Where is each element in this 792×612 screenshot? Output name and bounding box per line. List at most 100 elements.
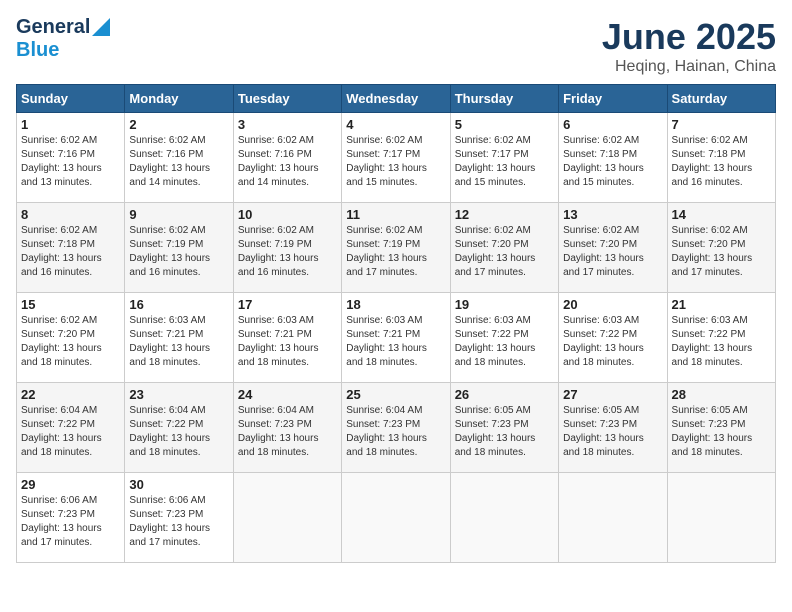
day-number: 1 xyxy=(21,117,120,132)
day-number: 3 xyxy=(238,117,337,132)
day-info: Sunrise: 6:02 AMSunset: 7:19 PMDaylight:… xyxy=(346,224,445,280)
table-row: 11 Sunrise: 6:02 AMSunset: 7:19 PMDayligh… xyxy=(342,203,450,293)
table-row: 20 Sunrise: 6:03 AMSunset: 7:22 PMDayligh… xyxy=(559,293,667,383)
day-info: Sunrise: 6:03 AMSunset: 7:22 PMDaylight:… xyxy=(455,314,554,370)
day-number: 26 xyxy=(455,387,554,402)
table-row: 1 Sunrise: 6:02 AMSunset: 7:16 PMDaylight… xyxy=(17,113,125,203)
table-row: 3 Sunrise: 6:02 AMSunset: 7:16 PMDaylight… xyxy=(233,113,341,203)
day-info: Sunrise: 6:02 AMSunset: 7:17 PMDaylight:… xyxy=(455,134,554,190)
day-info: Sunrise: 6:02 AMSunset: 7:19 PMDaylight:… xyxy=(129,224,228,280)
day-number: 7 xyxy=(672,117,771,132)
day-info: Sunrise: 6:04 AMSunset: 7:22 PMDaylight:… xyxy=(129,404,228,460)
day-number: 13 xyxy=(563,207,662,222)
day-number: 24 xyxy=(238,387,337,402)
table-row xyxy=(450,473,558,563)
day-number: 10 xyxy=(238,207,337,222)
day-info: Sunrise: 6:02 AMSunset: 7:20 PMDaylight:… xyxy=(455,224,554,280)
day-info: Sunrise: 6:05 AMSunset: 7:23 PMDaylight:… xyxy=(455,404,554,460)
day-info: Sunrise: 6:02 AMSunset: 7:18 PMDaylight:… xyxy=(672,134,771,190)
col-tuesday: Tuesday xyxy=(233,85,341,113)
page-header: General Blue June 2025 Heqing, Hainan, C… xyxy=(16,16,776,76)
day-number: 22 xyxy=(21,387,120,402)
calendar-week-row: 1 Sunrise: 6:02 AMSunset: 7:16 PMDaylight… xyxy=(17,113,776,203)
day-info: Sunrise: 6:02 AMSunset: 7:19 PMDaylight:… xyxy=(238,224,337,280)
day-info: Sunrise: 6:02 AMSunset: 7:18 PMDaylight:… xyxy=(21,224,120,280)
table-row: 24 Sunrise: 6:04 AMSunset: 7:23 PMDayligh… xyxy=(233,383,341,473)
day-number: 28 xyxy=(672,387,771,402)
day-number: 30 xyxy=(129,477,228,492)
day-info: Sunrise: 6:03 AMSunset: 7:21 PMDaylight:… xyxy=(346,314,445,370)
location-title: Heqing, Hainan, China xyxy=(602,58,776,76)
calendar-week-row: 29 Sunrise: 6:06 AMSunset: 7:23 PMDayligh… xyxy=(17,473,776,563)
day-number: 18 xyxy=(346,297,445,312)
calendar-week-row: 22 Sunrise: 6:04 AMSunset: 7:22 PMDayligh… xyxy=(17,383,776,473)
day-info: Sunrise: 6:03 AMSunset: 7:21 PMDaylight:… xyxy=(238,314,337,370)
table-row: 27 Sunrise: 6:05 AMSunset: 7:23 PMDayligh… xyxy=(559,383,667,473)
col-sunday: Sunday xyxy=(17,85,125,113)
table-row: 6 Sunrise: 6:02 AMSunset: 7:18 PMDaylight… xyxy=(559,113,667,203)
table-row: 28 Sunrise: 6:05 AMSunset: 7:23 PMDayligh… xyxy=(667,383,775,473)
table-row: 22 Sunrise: 6:04 AMSunset: 7:22 PMDayligh… xyxy=(17,383,125,473)
day-info: Sunrise: 6:02 AMSunset: 7:18 PMDaylight:… xyxy=(563,134,662,190)
day-number: 17 xyxy=(238,297,337,312)
logo-general-text: General xyxy=(16,16,90,39)
logo-icon xyxy=(92,18,110,36)
day-number: 19 xyxy=(455,297,554,312)
table-row: 18 Sunrise: 6:03 AMSunset: 7:21 PMDayligh… xyxy=(342,293,450,383)
table-row: 21 Sunrise: 6:03 AMSunset: 7:22 PMDayligh… xyxy=(667,293,775,383)
day-info: Sunrise: 6:02 AMSunset: 7:16 PMDaylight:… xyxy=(129,134,228,190)
table-row: 29 Sunrise: 6:06 AMSunset: 7:23 PMDayligh… xyxy=(17,473,125,563)
day-info: Sunrise: 6:03 AMSunset: 7:22 PMDaylight:… xyxy=(563,314,662,370)
logo: General Blue xyxy=(16,16,110,62)
day-info: Sunrise: 6:03 AMSunset: 7:22 PMDaylight:… xyxy=(672,314,771,370)
day-number: 29 xyxy=(21,477,120,492)
day-info: Sunrise: 6:02 AMSunset: 7:20 PMDaylight:… xyxy=(672,224,771,280)
day-number: 5 xyxy=(455,117,554,132)
day-number: 21 xyxy=(672,297,771,312)
day-number: 25 xyxy=(346,387,445,402)
col-monday: Monday xyxy=(125,85,233,113)
table-row: 19 Sunrise: 6:03 AMSunset: 7:22 PMDayligh… xyxy=(450,293,558,383)
day-info: Sunrise: 6:05 AMSunset: 7:23 PMDaylight:… xyxy=(563,404,662,460)
day-number: 4 xyxy=(346,117,445,132)
day-info: Sunrise: 6:06 AMSunset: 7:23 PMDaylight:… xyxy=(21,494,120,550)
day-info: Sunrise: 6:04 AMSunset: 7:22 PMDaylight:… xyxy=(21,404,120,460)
day-info: Sunrise: 6:02 AMSunset: 7:20 PMDaylight:… xyxy=(21,314,120,370)
table-row: 16Sunrise: 6:03 AMSunset: 7:21 PMDayligh… xyxy=(125,293,233,383)
table-row xyxy=(342,473,450,563)
day-info: Sunrise: 6:06 AMSunset: 7:23 PMDaylight:… xyxy=(129,494,228,550)
month-title: June 2025 xyxy=(602,16,776,58)
day-info: Sunrise: 6:02 AMSunset: 7:17 PMDaylight:… xyxy=(346,134,445,190)
day-number: 20 xyxy=(563,297,662,312)
day-number: 12 xyxy=(455,207,554,222)
day-number: 27 xyxy=(563,387,662,402)
day-info: Sunrise: 6:04 AMSunset: 7:23 PMDaylight:… xyxy=(238,404,337,460)
table-row: 4 Sunrise: 6:02 AMSunset: 7:17 PMDaylight… xyxy=(342,113,450,203)
table-row: 23Sunrise: 6:04 AMSunset: 7:22 PMDayligh… xyxy=(125,383,233,473)
table-row xyxy=(559,473,667,563)
table-row: 14 Sunrise: 6:02 AMSunset: 7:20 PMDayligh… xyxy=(667,203,775,293)
logo-blue-text: Blue xyxy=(16,39,59,62)
table-row: 2 Sunrise: 6:02 AMSunset: 7:16 PMDaylight… xyxy=(125,113,233,203)
col-wednesday: Wednesday xyxy=(342,85,450,113)
title-area: June 2025 Heqing, Hainan, China xyxy=(602,16,776,76)
day-number: 9 xyxy=(129,207,228,222)
day-info: Sunrise: 6:02 AMSunset: 7:16 PMDaylight:… xyxy=(21,134,120,190)
table-row xyxy=(667,473,775,563)
day-number: 2 xyxy=(129,117,228,132)
table-row: 7 Sunrise: 6:02 AMSunset: 7:18 PMDaylight… xyxy=(667,113,775,203)
calendar-week-row: 8 Sunrise: 6:02 AMSunset: 7:18 PMDaylight… xyxy=(17,203,776,293)
day-number: 15 xyxy=(21,297,120,312)
day-info: Sunrise: 6:05 AMSunset: 7:23 PMDaylight:… xyxy=(672,404,771,460)
calendar-table: Sunday Monday Tuesday Wednesday Thursday… xyxy=(16,84,776,563)
day-info: Sunrise: 6:02 AMSunset: 7:16 PMDaylight:… xyxy=(238,134,337,190)
day-number: 11 xyxy=(346,207,445,222)
table-row: 12 Sunrise: 6:02 AMSunset: 7:20 PMDayligh… xyxy=(450,203,558,293)
day-number: 6 xyxy=(563,117,662,132)
table-row: 13Sunrise: 6:02 AMSunset: 7:20 PMDayligh… xyxy=(559,203,667,293)
day-number: 8 xyxy=(21,207,120,222)
calendar-header-row: Sunday Monday Tuesday Wednesday Thursday… xyxy=(17,85,776,113)
day-number: 14 xyxy=(672,207,771,222)
col-friday: Friday xyxy=(559,85,667,113)
table-row: 8 Sunrise: 6:02 AMSunset: 7:18 PMDaylight… xyxy=(17,203,125,293)
